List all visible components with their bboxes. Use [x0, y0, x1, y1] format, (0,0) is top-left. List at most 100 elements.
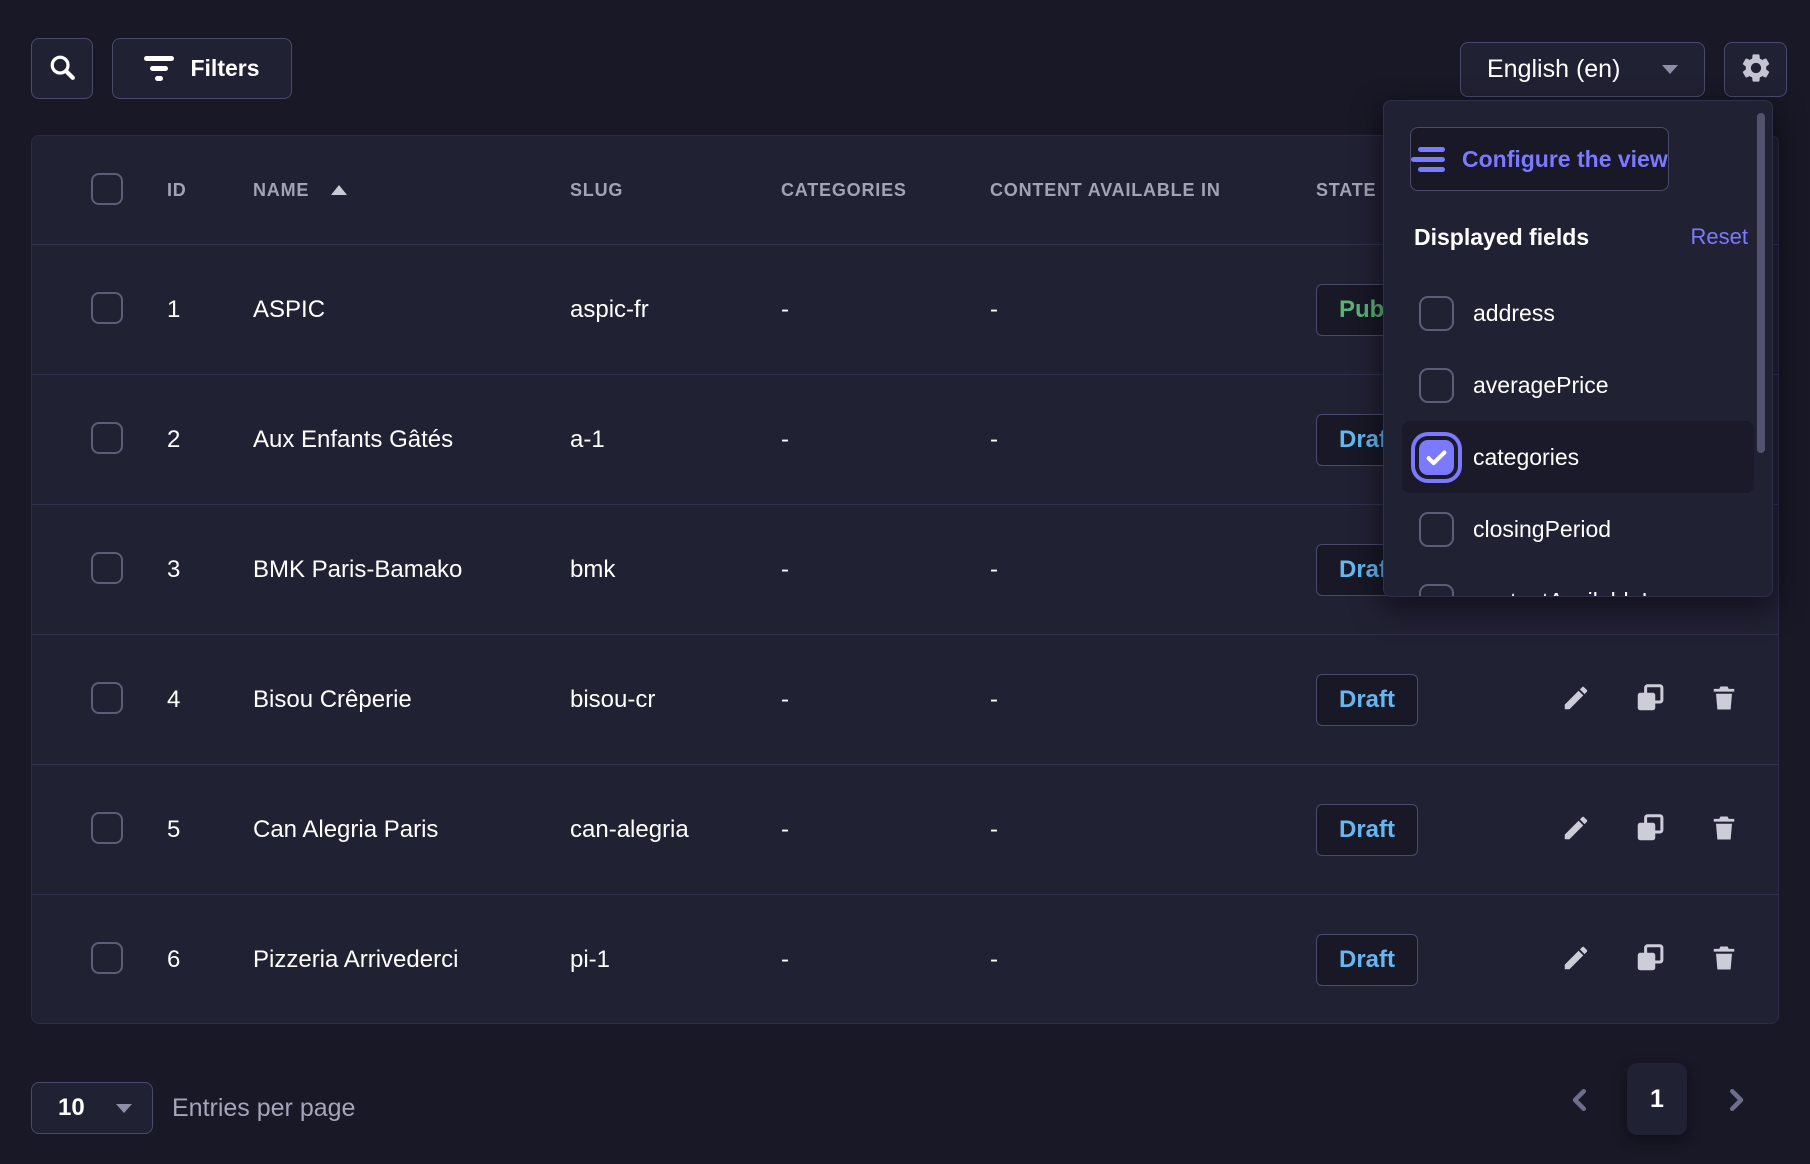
field-checkbox[interactable] [1419, 296, 1454, 331]
cell-id: 2 [167, 426, 253, 454]
cell-name: ASPIC [253, 296, 570, 324]
cell-slug: can-alegria [570, 816, 781, 844]
displayed-fields-heading: Displayed fields [1414, 224, 1589, 251]
filters-button[interactable]: Filters [112, 38, 292, 99]
field-checkbox[interactable] [1419, 440, 1454, 475]
chevron-right-icon [1721, 1085, 1751, 1118]
previous-page-button[interactable] [1560, 1081, 1600, 1121]
cell-name: Aux Enfants Gâtés [253, 426, 570, 454]
row-checkbox[interactable] [91, 812, 123, 844]
pencil-icon [1561, 813, 1591, 846]
field-checkbox[interactable] [1419, 584, 1454, 598]
locale-select[interactable]: English (en) [1460, 42, 1705, 97]
field-label: categories [1473, 444, 1579, 471]
row-checkbox[interactable] [91, 422, 123, 454]
field-option[interactable]: contentAvailableIn [1402, 565, 1754, 597]
column-header-content-available-in[interactable]: CONTENT AVAILABLE IN [990, 180, 1316, 201]
row-checkbox[interactable] [91, 292, 123, 324]
filters-label: Filters [190, 55, 259, 82]
cell-slug: bmk [570, 556, 781, 584]
reset-button[interactable]: Reset [1691, 224, 1748, 250]
cell-content-available-in: - [990, 816, 1316, 844]
duplicate-button[interactable] [1634, 944, 1666, 976]
column-header-name[interactable]: NAME [253, 180, 570, 201]
edit-button[interactable] [1560, 944, 1592, 976]
gear-icon [1739, 51, 1773, 88]
panel-scrollbar[interactable] [1757, 113, 1765, 453]
cell-categories: - [781, 686, 990, 714]
layout-icon [1411, 147, 1445, 172]
content-manager-page: Filters English (en) ID NAME SLUG CATEGO… [0, 0, 1810, 1164]
row-checkbox[interactable] [91, 682, 123, 714]
cell-categories: - [781, 556, 990, 584]
trash-icon [1709, 813, 1739, 846]
state-badge: Draft [1316, 674, 1418, 726]
edit-button[interactable] [1560, 814, 1592, 846]
delete-button[interactable] [1708, 684, 1740, 716]
cell-content-available-in: - [990, 556, 1316, 584]
page-size-select[interactable]: 10 [31, 1082, 153, 1134]
page-size-value: 10 [58, 1094, 85, 1122]
column-header-id[interactable]: ID [167, 180, 253, 201]
field-label: contentAvailableIn [1473, 588, 1661, 598]
cell-id: 5 [167, 816, 253, 844]
cell-content-available-in: - [990, 296, 1316, 324]
next-page-button[interactable] [1716, 1081, 1756, 1121]
cell-name: Bisou Crêperie [253, 686, 570, 714]
entries-per-page-label: Entries per page [172, 1094, 355, 1123]
field-label: address [1473, 300, 1555, 327]
column-header-slug[interactable]: SLUG [570, 180, 781, 201]
cell-slug: a-1 [570, 426, 781, 454]
pencil-icon [1561, 943, 1591, 976]
table-row: 5 Can Alegria Paris can-alegria - - Draf… [32, 764, 1778, 894]
search-icon [47, 52, 77, 85]
select-all-checkbox[interactable] [91, 173, 123, 205]
filter-icon [144, 56, 174, 81]
duplicate-button[interactable] [1634, 684, 1666, 716]
edit-button[interactable] [1560, 684, 1592, 716]
field-checkbox[interactable] [1419, 368, 1454, 403]
cell-name: BMK Paris-Bamako [253, 556, 570, 584]
sort-ascending-icon [331, 185, 347, 195]
locale-label: English (en) [1487, 55, 1620, 84]
row-checkbox[interactable] [91, 552, 123, 584]
trash-icon [1709, 683, 1739, 716]
cell-name: Pizzeria Arrivederci [253, 946, 570, 974]
field-option[interactable]: closingPeriod [1402, 493, 1754, 565]
cell-categories: - [781, 296, 990, 324]
cell-categories: - [781, 816, 990, 844]
settings-button[interactable] [1724, 42, 1787, 97]
trash-icon [1709, 943, 1739, 976]
cell-id: 4 [167, 686, 253, 714]
delete-button[interactable] [1708, 814, 1740, 846]
cell-slug: bisou-cr [570, 686, 781, 714]
column-header-categories[interactable]: CATEGORIES [781, 180, 990, 201]
cell-content-available-in: - [990, 946, 1316, 974]
page-number-button[interactable]: 1 [1627, 1063, 1687, 1135]
configure-view-button[interactable]: Configure the view [1410, 127, 1669, 191]
search-button[interactable] [31, 38, 93, 99]
field-label: averagePrice [1473, 372, 1609, 399]
cell-id: 1 [167, 296, 253, 324]
state-badge: Draft [1316, 804, 1418, 856]
field-option[interactable]: categories [1402, 421, 1754, 493]
chevron-down-icon [1662, 65, 1678, 74]
table-row: 6 Pizzeria Arrivederci pi-1 - - Draft [32, 894, 1778, 1024]
field-checkbox[interactable] [1419, 512, 1454, 547]
field-option[interactable]: averagePrice [1402, 349, 1754, 421]
copy-icon [1635, 943, 1665, 976]
state-badge: Draft [1316, 934, 1418, 986]
copy-icon [1635, 813, 1665, 846]
field-option[interactable]: address [1402, 277, 1754, 349]
cell-content-available-in: - [990, 686, 1316, 714]
cell-content-available-in: - [990, 426, 1316, 454]
delete-button[interactable] [1708, 944, 1740, 976]
row-checkbox[interactable] [91, 942, 123, 974]
duplicate-button[interactable] [1634, 814, 1666, 846]
chevron-left-icon [1565, 1085, 1595, 1118]
cell-id: 6 [167, 946, 253, 974]
cell-categories: - [781, 946, 990, 974]
page-number: 1 [1650, 1085, 1664, 1114]
configure-view-label: Configure the view [1462, 146, 1668, 173]
table-row: 4 Bisou Crêperie bisou-cr - - Draft [32, 634, 1778, 764]
